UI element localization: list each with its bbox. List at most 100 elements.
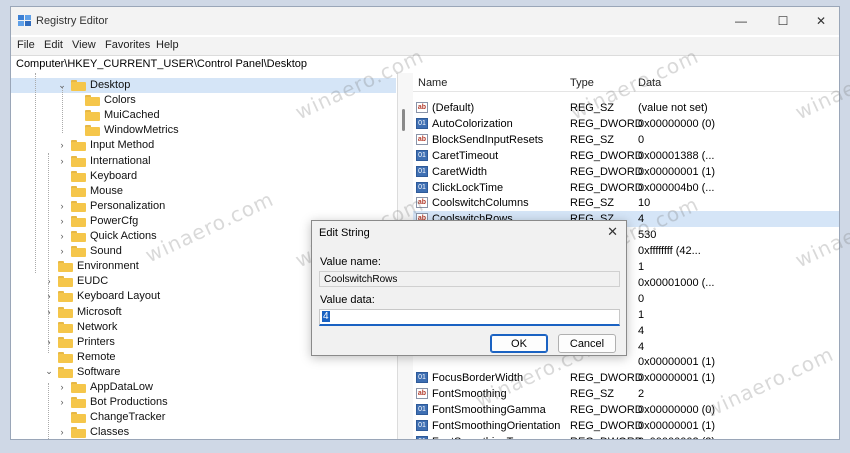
minimize-button[interactable]: — — [721, 7, 761, 35]
value-row[interactable]: ab (Default) REG_SZ (value not set) — [413, 100, 839, 116]
menu-edit[interactable]: Edit — [44, 39, 63, 51]
menu-view[interactable]: View — [72, 39, 96, 51]
dword-value-icon: 01 — [416, 181, 428, 193]
tree-item-label: Remote — [77, 350, 116, 363]
chevron-right-icon[interactable]: › — [58, 230, 66, 242]
tree-item[interactable]: ⌄ Desktop — [11, 78, 396, 93]
edit-string-dialog: Edit String ✕ Value name: CoolswitchRows… — [311, 220, 627, 356]
tree-item-label: Mouse — [90, 184, 124, 197]
chevron-right-icon[interactable]: › — [58, 396, 66, 408]
menu-file[interactable]: File — [17, 39, 35, 51]
chevron-right-icon[interactable]: › — [45, 306, 53, 318]
tree-item[interactable]: MuiCached — [11, 108, 396, 123]
value-name-field: CoolswitchRows — [319, 271, 620, 287]
value-row[interactable]: ab FontSmoothing REG_SZ 2 — [413, 386, 839, 402]
chevron-right-icon[interactable]: › — [58, 245, 66, 257]
value-type: REG_SZ — [570, 388, 615, 401]
column-type[interactable]: Type — [570, 77, 594, 89]
chevron-right-icon[interactable]: › — [58, 155, 66, 167]
tree-item[interactable]: ChangeTracker — [11, 410, 396, 425]
tree-item[interactable]: Colors — [11, 93, 396, 108]
value-data-input[interactable]: 4 — [319, 309, 620, 326]
value-row[interactable]: 01 FontSmoothingType REG_DWORD0x00000002 (… — [413, 434, 839, 439]
close-button[interactable]: ✕ — [801, 7, 839, 35]
value-row[interactable]: ab BlockSendInputResets REG_SZ 0 — [413, 132, 839, 148]
tree-item[interactable]: › Personalization — [11, 199, 396, 214]
value-row[interactable]: 01 CaretWidth REG_DWORD 0x00000001 (1) — [413, 164, 839, 180]
tree-item-label: Printers — [77, 335, 115, 348]
tree-item-label: International — [90, 154, 151, 167]
dialog-close-icon[interactable]: ✕ — [607, 224, 618, 240]
close-icon: ✕ — [815, 14, 827, 28]
value-name-label: Value name: — [320, 256, 381, 268]
tree-item[interactable]: › AppDataLow — [11, 380, 396, 395]
value-data: 2 — [638, 388, 645, 401]
chevron-right-icon[interactable]: › — [45, 275, 53, 287]
chevron-right-icon[interactable]: › — [58, 139, 66, 151]
tree-item-label: Classes — [90, 426, 130, 439]
folder-icon — [58, 366, 73, 378]
column-name[interactable]: Name — [418, 77, 447, 89]
value-data: 0x00000002 (2) — [638, 436, 715, 439]
tree-item[interactable]: WindowMetrics — [11, 123, 396, 138]
value-data: 0x00001388 (... — [638, 149, 715, 162]
folder-icon — [71, 412, 86, 424]
value-row[interactable]: 01 FontSmoothingOrientation REG_DWORD 0x000… — [413, 418, 839, 434]
value-name: FontSmoothing — [432, 388, 507, 401]
tree-item[interactable]: Mouse — [11, 184, 396, 199]
chevron-down-icon[interactable]: ⌄ — [45, 366, 53, 378]
tree-item-label: MuiCached — [104, 109, 160, 122]
maximize-button[interactable]: ☐ — [763, 7, 803, 35]
value-row[interactable]: 01 AutoColorization REG_DWORD 0x00000000 (0… — [413, 116, 839, 132]
tree-item[interactable]: ⌄ Software — [11, 365, 396, 380]
tree-item-label: Quick Actions — [90, 230, 157, 242]
tree-item-label: Environment — [77, 260, 139, 273]
tree-item-label: Keyboard Layout — [77, 290, 161, 303]
value-row[interactable]: 01 ClickLockTime REG_DWORD 0x000004b0 (... — [413, 180, 839, 196]
chevron-right-icon[interactable]: › — [58, 426, 66, 438]
value-row[interactable]: 01 FocusBorderWidth REG_DWORD 0x00000001 (1… — [413, 370, 839, 386]
chevron-right-icon[interactable]: › — [45, 336, 53, 348]
tree-item-label: WindowMetrics — [104, 124, 179, 137]
folder-icon — [71, 427, 86, 439]
title-bar[interactable]: Registry Editor — ☐ ✕ — [11, 7, 839, 35]
chevron-right-icon[interactable]: › — [45, 290, 53, 302]
tree-item-label: AppDataLow — [90, 381, 153, 393]
value-row[interactable]: ab CoolswitchColumns REG_SZ 10 — [413, 195, 839, 211]
chevron-right-icon[interactable]: › — [58, 200, 66, 212]
ok-button[interactable]: OK — [490, 334, 548, 353]
address-bar[interactable]: Computer\HKEY_CURRENT_USER\Control Panel… — [11, 55, 839, 74]
folder-icon — [71, 246, 86, 258]
value-name: FocusBorderWidth — [432, 372, 524, 385]
tree-item[interactable]: › International — [11, 154, 396, 169]
tree-item-label: Microsoft — [77, 305, 122, 318]
menu-favorites[interactable]: Favorites — [105, 39, 150, 51]
value-row[interactable]: 01 FontSmoothingGamma REG_DWORD 0x00000000 … — [413, 402, 839, 418]
values-header: Name Type Data — [413, 73, 839, 92]
value-name: FontSmoothingOrientation — [432, 420, 561, 432]
tree-item[interactable]: › Classes — [11, 425, 396, 439]
folder-icon — [71, 231, 86, 242]
value-data-label: Value data: — [320, 294, 375, 306]
value-name: ClickLockTime — [432, 181, 504, 194]
value-row[interactable]: 01 CaretTimeout REG_DWORD 0x00001388 (... — [413, 148, 839, 164]
tree-item[interactable]: › Bot Productions — [11, 395, 396, 410]
tree-item[interactable]: › Input Method — [11, 138, 396, 153]
cancel-button[interactable]: Cancel — [558, 334, 616, 353]
tree-item-label: Software — [77, 365, 121, 378]
value-type: REG_SZ — [570, 102, 615, 114]
column-data[interactable]: Data — [638, 77, 661, 89]
value-type: REG_DWORD — [570, 372, 643, 385]
registry-editor-icon — [18, 15, 31, 26]
menu-help[interactable]: Help — [156, 39, 179, 51]
chevron-right-icon[interactable]: › — [58, 381, 66, 393]
tree-item[interactable]: Keyboard — [11, 169, 396, 184]
tree-item-label: Input Method — [90, 139, 155, 152]
value-row[interactable]: 0x00000001 (1) — [413, 354, 839, 370]
tree-item-label: Sound — [90, 245, 122, 258]
folder-icon — [85, 125, 100, 137]
tree-guide-line — [48, 383, 49, 439]
chevron-right-icon[interactable]: › — [58, 215, 66, 227]
dword-value-icon: 01 — [416, 149, 428, 161]
scroll-thumb[interactable] — [402, 109, 405, 131]
